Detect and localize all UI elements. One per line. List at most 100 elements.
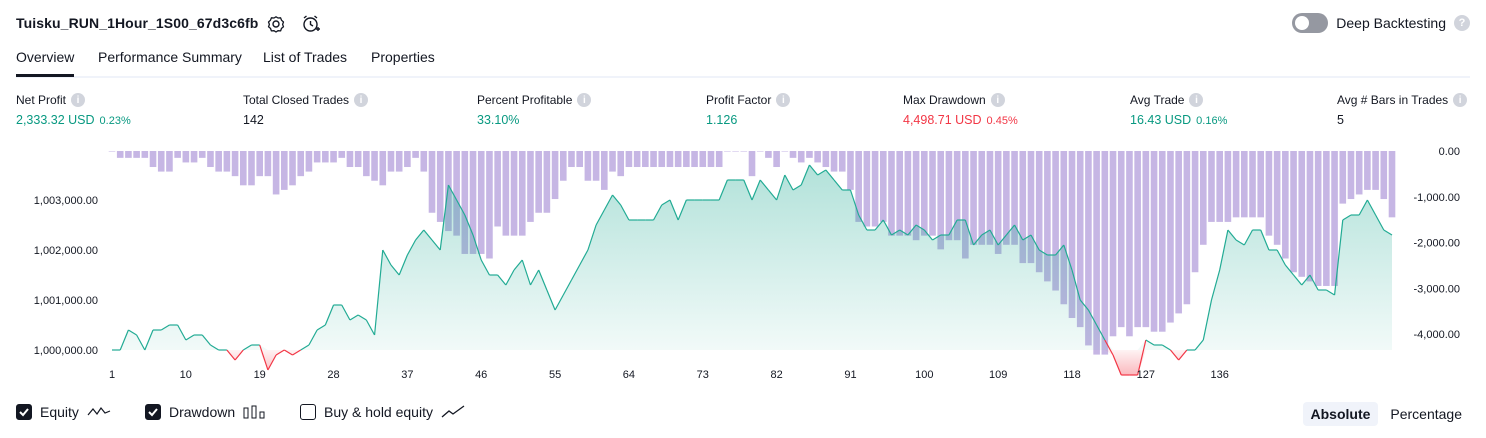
absolute-button[interactable]: Absolute: [1302, 402, 1379, 426]
drawdown-bar: [650, 151, 657, 168]
drawdown-bar: [420, 151, 428, 172]
drawdown-bar: [404, 151, 411, 168]
drawdown-bar: [863, 151, 871, 227]
info-icon[interactable]: i: [71, 93, 86, 107]
drawdown-bar: [781, 151, 789, 152]
trade-number-label: 91: [844, 369, 856, 381]
tab-list-of-trades[interactable]: List of Trades: [263, 49, 347, 74]
drawdown-tick-label: -1,000.00: [1414, 192, 1460, 204]
drawdown-bar: [789, 151, 797, 158]
metric-percent: 0.16%: [1196, 115, 1228, 127]
drawdown-bar: [879, 151, 887, 222]
info-icon[interactable]: i: [1189, 93, 1204, 107]
drawdown-bar: [1388, 151, 1396, 218]
help-icon[interactable]: ?: [1454, 15, 1470, 31]
drawdown-bar: [1282, 151, 1289, 259]
tab-properties[interactable]: Properties: [371, 49, 435, 74]
info-icon[interactable]: i: [990, 93, 1005, 107]
tab-overview[interactable]: Overview: [16, 49, 75, 77]
trade-number-label: 37: [401, 369, 413, 381]
drawdown-bar: [994, 151, 1002, 254]
info-icon[interactable]: i: [776, 93, 791, 107]
drawdown-tick-label: -4,000.00: [1414, 329, 1460, 341]
drawdown-bar: [674, 151, 682, 168]
drawdown-bar: [1224, 151, 1232, 222]
equity-drawdown-chart[interactable]: 1,003,000.00 1,002,000.00 1,001,000.00 1,00…: [0, 140, 1486, 392]
drawdown-bar: [502, 151, 510, 236]
drawdown-bar: [149, 151, 157, 168]
drawdown-bar: [494, 151, 501, 227]
drawdown-bar: [715, 151, 723, 168]
deep-backtesting-toggle[interactable]: [1292, 13, 1329, 33]
equity-tick-label: 1,002,000.00: [34, 245, 98, 257]
metric-percent: 0.23%: [99, 115, 131, 127]
buy-hold-checkbox[interactable]: [300, 404, 316, 420]
drawdown-bar: [1298, 151, 1306, 277]
metric-max-drawdown: Max Drawdown i 4,498.71 USD 0.45%: [903, 93, 1018, 127]
drawdown-bar: [970, 151, 977, 245]
add-alert-clock-icon[interactable]: [299, 12, 323, 36]
info-icon[interactable]: i: [577, 93, 592, 107]
drawdown-bar: [1183, 151, 1191, 305]
percentage-button[interactable]: Percentage: [1382, 402, 1470, 426]
drawdown-bar: [477, 151, 485, 254]
scale-mode-switch: Absolute Percentage: [1302, 402, 1471, 426]
drawdown-bar: [871, 151, 879, 227]
settings-gear-icon[interactable]: [264, 12, 288, 36]
drawdown-bar: [847, 151, 854, 190]
drawdown-bar: [108, 151, 116, 152]
drawdown-bar: [371, 151, 378, 181]
drawdown-tick-label: -2,000.00: [1414, 238, 1460, 250]
metric-value: 5: [1337, 113, 1344, 127]
drawdown-bar: [584, 151, 592, 181]
drawdown-bar: [346, 151, 354, 168]
drawdown-bar: [1199, 151, 1207, 245]
drawdown-bar: [125, 151, 132, 158]
legend-equity[interactable]: Equity: [16, 404, 111, 420]
drawdown-bar: [239, 151, 247, 186]
drawdown-bar: [248, 151, 255, 186]
drawdown-bar: [642, 151, 649, 168]
metric-avg-trade: Avg Trade i 16.43 USD 0.16%: [1130, 93, 1227, 127]
trade-number-label: 10: [180, 369, 192, 381]
equity-loss-area: [112, 350, 1392, 375]
drawdown-bar: [822, 151, 830, 168]
trade-number-label: 127: [1137, 369, 1155, 381]
tab-performance-summary[interactable]: Performance Summary: [98, 49, 242, 74]
metric-value: 2,333.32 USD: [16, 113, 95, 127]
drawdown-bar: [1314, 151, 1322, 286]
drawdown-bar: [198, 151, 206, 158]
equity-checkbox[interactable]: [16, 404, 32, 420]
drawdown-bar: [691, 151, 698, 168]
drawdown-bar: [1290, 151, 1297, 273]
drawdown-bar: [551, 151, 559, 200]
equity-tick-label: 1,001,000.00: [34, 295, 98, 307]
drawdown-bar: [527, 151, 534, 222]
drawdown-bar: [978, 151, 986, 245]
metric-value: 142: [243, 113, 264, 127]
metric-label: Max Drawdown: [903, 93, 986, 107]
drawdown-bar: [1142, 151, 1150, 328]
drawdown-bar: [740, 151, 748, 152]
drawdown-bar: [535, 151, 542, 213]
drawdown-bar: [518, 151, 526, 236]
drawdown-bar: [272, 151, 280, 195]
trade-number-label: 55: [549, 369, 561, 381]
drawdown-bar: [1232, 151, 1240, 218]
drawdown-bar: [223, 151, 231, 172]
info-icon[interactable]: i: [354, 93, 369, 107]
drawdown-bar: [141, 151, 149, 158]
drawdown-bar: [1109, 151, 1117, 337]
drawdown-bar: [748, 151, 756, 177]
trade-number-label: 73: [697, 369, 709, 381]
drawdown-bar: [617, 151, 625, 177]
metric-percent-profitable: Percent Profitable i 33.10%: [477, 93, 592, 127]
metric-total-closed-trades: Total Closed Trades i 142: [243, 93, 369, 127]
legend-drawdown[interactable]: Drawdown: [145, 404, 265, 420]
drawdown-bar: [838, 151, 846, 172]
report-tabs: Overview Performance Summary List of Tra…: [16, 44, 1470, 78]
info-icon[interactable]: i: [1453, 93, 1468, 107]
drawdown-checkbox[interactable]: [145, 404, 161, 420]
drawdown-bar: [190, 151, 198, 163]
legend-buy-hold[interactable]: Buy & hold equity: [300, 404, 465, 420]
